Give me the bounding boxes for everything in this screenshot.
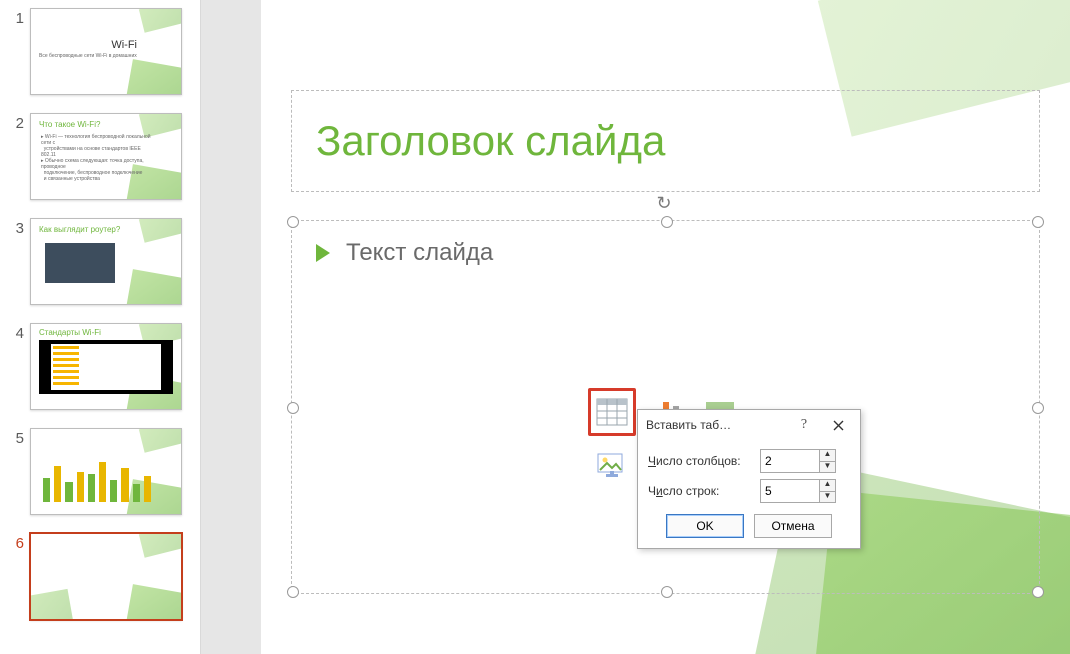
thumbnail-3[interactable]: 3 Как выглядит роутер? xyxy=(0,214,200,319)
spin-down-icon[interactable]: ▼ xyxy=(820,492,835,503)
body-bullet: Текст слайда xyxy=(316,239,493,267)
resize-handle[interactable] xyxy=(661,216,673,228)
close-button[interactable] xyxy=(824,413,852,437)
slide-canvas[interactable]: Заголовок слайда ↻ Текст слайда xyxy=(261,0,1070,654)
insert-table-icon[interactable] xyxy=(588,388,636,436)
spin-down-icon[interactable]: ▼ xyxy=(820,462,835,473)
rows-label: Число строк: xyxy=(648,484,752,498)
thumbnail-preview[interactable] xyxy=(30,428,182,515)
thumbnail-1[interactable]: 1 Wi-Fi Все беспроводные сети Wi-Fi в до… xyxy=(0,4,200,109)
content-placeholder[interactable]: ↻ Текст слайда xyxy=(291,220,1040,594)
thumbnail-preview[interactable]: Что такое Wi-Fi? ▸ Wi-Fi — технология бе… xyxy=(30,113,182,200)
thumbnail-number: 6 xyxy=(10,533,24,552)
resize-handle[interactable] xyxy=(1032,402,1044,414)
thumbnail-number: 1 xyxy=(10,8,24,27)
columns-spinner: ▲ ▼ xyxy=(760,449,836,473)
rows-spinner: ▲ ▼ xyxy=(760,479,836,503)
ok-button[interactable]: OK xyxy=(666,514,744,538)
thumbnail-number: 5 xyxy=(10,428,24,447)
thumbnail-2[interactable]: 2 Что такое Wi-Fi? ▸ Wi-Fi — технология … xyxy=(0,109,200,214)
body-placeholder-text: Текст слайда xyxy=(346,239,493,267)
dialog-title: Вставить таб… xyxy=(646,418,784,432)
help-button[interactable]: ? xyxy=(790,413,818,437)
columns-label: Число столбцов: xyxy=(648,454,752,468)
rows-row: Число строк: ▲ ▼ xyxy=(648,476,850,506)
spin-up-icon[interactable]: ▲ xyxy=(820,480,835,492)
thumbnail-preview[interactable]: Стандарты Wi-Fi xyxy=(30,323,182,410)
cancel-button[interactable]: Отмена xyxy=(754,514,832,538)
thumbnail-number: 3 xyxy=(10,218,24,237)
columns-row: Число столбцов: ▲ ▼ xyxy=(648,446,850,476)
dialog-titlebar[interactable]: Вставить таб… ? xyxy=(638,410,860,440)
resize-handle[interactable] xyxy=(661,586,673,598)
rows-input[interactable] xyxy=(760,479,820,503)
thumbnail-number: 2 xyxy=(10,113,24,132)
resize-handle[interactable] xyxy=(287,402,299,414)
bullet-icon xyxy=(316,244,330,262)
thumbnail-preview[interactable]: Wi-Fi Все беспроводные сети Wi-Fi в дома… xyxy=(30,8,182,95)
resize-handle[interactable] xyxy=(287,216,299,228)
resize-handle[interactable] xyxy=(1032,586,1044,598)
insert-picture-icon[interactable] xyxy=(588,442,636,490)
thumbnail-number: 4 xyxy=(10,323,24,342)
thumbnail-4[interactable]: 4 Стандарты Wi-Fi xyxy=(0,319,200,424)
resize-handle[interactable] xyxy=(1032,216,1044,228)
thumbnail-preview[interactable] xyxy=(30,533,182,620)
thumbnail-6[interactable]: 6 xyxy=(0,529,200,634)
thumbnail-5[interactable]: 5 xyxy=(0,424,200,529)
insert-table-dialog: Вставить таб… ? Число столбцов: xyxy=(637,409,861,549)
title-placeholder-text: Заголовок слайда xyxy=(316,117,665,165)
slide-thumbnails-panel: 1 Wi-Fi Все беспроводные сети Wi-Fi в до… xyxy=(0,0,201,654)
resize-handle[interactable] xyxy=(287,586,299,598)
thumbnail-preview[interactable]: Как выглядит роутер? xyxy=(30,218,182,305)
slide-editor: Заголовок слайда ↻ Текст слайда xyxy=(201,0,1070,654)
columns-input[interactable] xyxy=(760,449,820,473)
title-placeholder[interactable]: Заголовок слайда xyxy=(291,90,1040,192)
spin-up-icon[interactable]: ▲ xyxy=(820,450,835,462)
rotate-handle-icon[interactable]: ↻ xyxy=(657,193,675,211)
